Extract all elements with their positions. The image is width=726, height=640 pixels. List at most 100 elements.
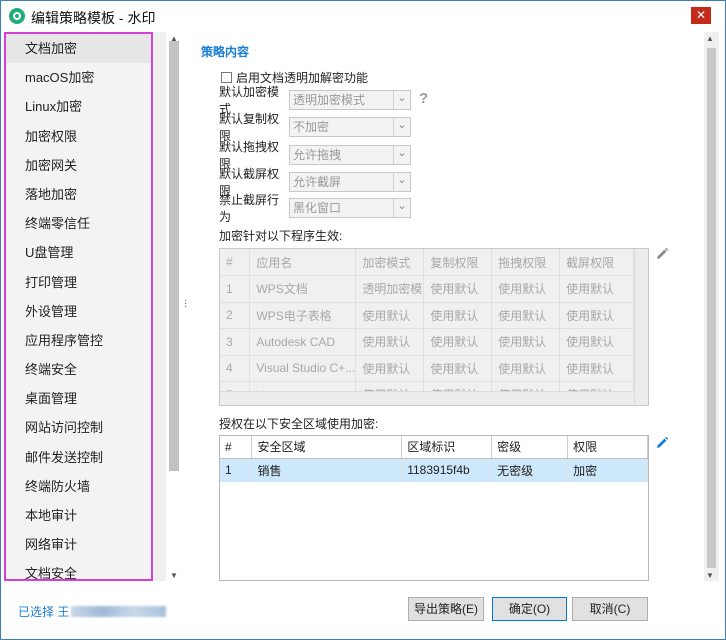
- sidebar-scroll-down-icon[interactable]: ▼: [170, 571, 178, 580]
- apps-table-cell: 使用默认: [355, 328, 425, 356]
- apps-column-header[interactable]: 截屏权限: [559, 249, 634, 276]
- zones-table-cell: 销售: [251, 458, 403, 482]
- sidebar-item[interactable]: Linux加密: [6, 92, 151, 121]
- sidebar-item[interactable]: 落地加密: [6, 180, 151, 209]
- zones-table-cell: 1183915f4b: [401, 458, 493, 482]
- sidebar-item[interactable]: 终端安全: [6, 355, 151, 384]
- apps-table-cell: 透明加密模...: [355, 275, 425, 303]
- apps-table-cell: 使用默认: [559, 355, 634, 382]
- encrypt-mode-select[interactable]: 透明加密模式: [289, 90, 411, 110]
- dialog-footer: 已选择 王 导出策略(E) 确定(O) 取消(C): [1, 585, 725, 639]
- field-screenshot-permission: 默认截屏权限 允许截屏: [219, 167, 411, 198]
- sidebar-item[interactable]: macOS加密: [6, 63, 151, 92]
- zones-column-header[interactable]: 密级: [491, 436, 569, 459]
- apps-table-cell: 使用默认: [491, 355, 561, 382]
- apps-table-cell: 1: [220, 275, 251, 303]
- zones-table-cell: 无密级: [491, 458, 569, 482]
- edit-apps-pencil-icon[interactable]: [655, 247, 669, 261]
- apps-column-header[interactable]: 拖拽权限: [491, 249, 561, 276]
- zones-label: 授权在以下安全区域使用加密:: [219, 417, 379, 431]
- apps-table-cell: 使用默认: [423, 275, 493, 303]
- close-button[interactable]: ✕: [691, 7, 711, 24]
- field-block-screenshot: 禁止截屏行为 黑化窗口: [219, 193, 411, 224]
- selected-target: 已选择 王: [18, 603, 167, 620]
- apps-table-cell: 使用默认: [423, 355, 493, 382]
- field-copy-permission: 默认复制权限 不加密: [219, 112, 411, 143]
- block-screenshot-select[interactable]: 黑化窗口: [289, 198, 411, 218]
- apps-table-cell: WPS文档: [249, 275, 357, 303]
- sidebar-item[interactable]: 文档安全: [6, 559, 151, 579]
- zones-table-cell: 1: [220, 458, 253, 482]
- app-logo-icon: [9, 8, 25, 24]
- sidebar-item[interactable]: 打印管理: [6, 268, 151, 297]
- help-icon[interactable]: ?: [419, 90, 428, 107]
- apps-table-row[interactable]: 4 Visual Studio C+... 使用默认 使用默认 使用默认 使用默认: [220, 355, 634, 382]
- apps-table-cell: Autodesk CAD: [249, 328, 357, 356]
- sidebar-item[interactable]: 外设管理: [6, 297, 151, 326]
- apps-table-cell: 使用默认: [423, 302, 493, 329]
- sidebar-item[interactable]: 文档加密: [6, 34, 151, 64]
- apps-table-row[interactable]: 2 WPS电子表格 使用默认 使用默认 使用默认 使用默认: [220, 302, 634, 329]
- checkbox-box[interactable]: [221, 72, 232, 83]
- policy-content-panel: 策略内容 启用文档透明加解密功能 默认加密模式 透明加密模式 ? 默认复制权限 …: [191, 32, 703, 581]
- zones-table-row[interactable]: 1 销售 1183915f4b 无密级 加密: [220, 458, 648, 482]
- apps-table-cell: 4: [220, 355, 251, 382]
- apps-vertical-scrollbar[interactable]: [634, 249, 648, 405]
- apps-table-cell: WPS电子表格: [249, 302, 357, 329]
- apps-column-header[interactable]: #: [220, 249, 251, 276]
- apps-table-cell: 使用默认: [559, 302, 634, 329]
- zones-column-header[interactable]: 安全区域: [251, 436, 403, 459]
- apps-table-cell: 使用默认: [355, 355, 425, 382]
- sidebar-scrollbar-track[interactable]: [154, 32, 166, 581]
- cancel-button[interactable]: 取消(C): [572, 597, 648, 621]
- sidebar-item[interactable]: 应用程序管控: [6, 326, 151, 355]
- zones-header-row: # 安全区域 区域标识 密级 权限: [220, 436, 648, 459]
- sidebar-item[interactable]: 网络审计: [6, 530, 151, 559]
- apps-table-cell: 3: [220, 328, 251, 356]
- zones-column-header[interactable]: 权限: [567, 436, 648, 459]
- screenshot-permission-select[interactable]: 允许截屏: [289, 172, 411, 192]
- apps-table-cell: 2: [220, 302, 251, 329]
- apps-table-row[interactable]: 1WPS文档透明加密模...使用默认使用默认使用默认: [220, 275, 634, 303]
- apps-horizontal-scrollbar[interactable]: [220, 391, 634, 405]
- sidebar-scrollbar-thumb[interactable]: [169, 41, 179, 471]
- drag-permission-select[interactable]: 允许拖拽: [289, 145, 411, 165]
- zones-column-header[interactable]: 区域标识: [401, 436, 493, 459]
- splitter-handle[interactable]: · · ·: [184, 296, 187, 312]
- edit-zones-pencil-icon[interactable]: [655, 436, 669, 450]
- sidebar-item[interactable]: 邮件发送控制: [6, 443, 151, 472]
- sidebar-item[interactable]: 网站访问控制: [6, 413, 151, 442]
- sidebar-item[interactable]: 桌面管理: [6, 384, 151, 413]
- sidebar-item[interactable]: 加密权限: [6, 122, 151, 151]
- apps-column-header[interactable]: 复制权限: [423, 249, 493, 276]
- sidebar-item[interactable]: 本地审计: [6, 501, 151, 530]
- export-policy-button[interactable]: 导出策略(E): [408, 597, 484, 621]
- copy-permission-select[interactable]: 不加密: [289, 117, 411, 137]
- apps-table: #应用名加密模式复制权限拖拽权限截屏权限1WPS文档透明加密模...使用默认使用…: [219, 248, 649, 406]
- sidebar-item[interactable]: 终端防火墙: [6, 472, 151, 501]
- title-bar: 编辑策略模板 - 水印 ✕: [1, 1, 725, 31]
- sidebar-scroll-up-icon[interactable]: ▲: [170, 34, 178, 43]
- apps-table-cell: 使用默认: [491, 328, 561, 356]
- apps-table-cell: 使用默认: [491, 275, 561, 303]
- apps-column-header[interactable]: 加密模式: [355, 249, 425, 276]
- content-scroll-up-icon[interactable]: ▲: [706, 34, 714, 43]
- policy-category-list: 文档加密 macOS加密 Linux加密 加密权限 加密网关 落地加密 终端零信任 U盘管理打…: [4, 32, 153, 581]
- sidebar-item[interactable]: 终端零信任: [6, 209, 151, 238]
- sidebar-item[interactable]: 加密网关: [6, 151, 151, 180]
- apps-header-row: # 应用名 加密模式 复制权限 拖拽权限 截屏权限: [220, 249, 634, 276]
- content-scrollbar-thumb[interactable]: [707, 48, 716, 568]
- apps-table-cell: 使用默认: [423, 328, 493, 356]
- dialog-window: 编辑策略模板 - 水印 ✕ 文档加密 macOS加密 Linux加密 加密权限 加密网关…: [0, 0, 726, 640]
- apps-table-cell: 使用默认: [559, 275, 634, 303]
- sidebar-item[interactable]: U盘管理: [6, 238, 151, 267]
- ok-button[interactable]: 确定(O): [492, 597, 567, 621]
- field-label: 禁止截屏行为: [219, 193, 280, 224]
- window-title: 编辑策略模板 - 水印: [31, 10, 156, 26]
- apps-column-header[interactable]: 应用名: [249, 249, 357, 276]
- selected-prefix: 已选择 王: [18, 605, 70, 619]
- apps-table-row[interactable]: 3 Autodesk CAD 使用默认 使用默认 使用默认 使用默认: [220, 328, 634, 356]
- content-scroll-down-icon[interactable]: ▼: [706, 571, 714, 580]
- apps-table-cell: Visual Studio C+...: [249, 355, 357, 382]
- zones-column-header[interactable]: #: [220, 436, 253, 459]
